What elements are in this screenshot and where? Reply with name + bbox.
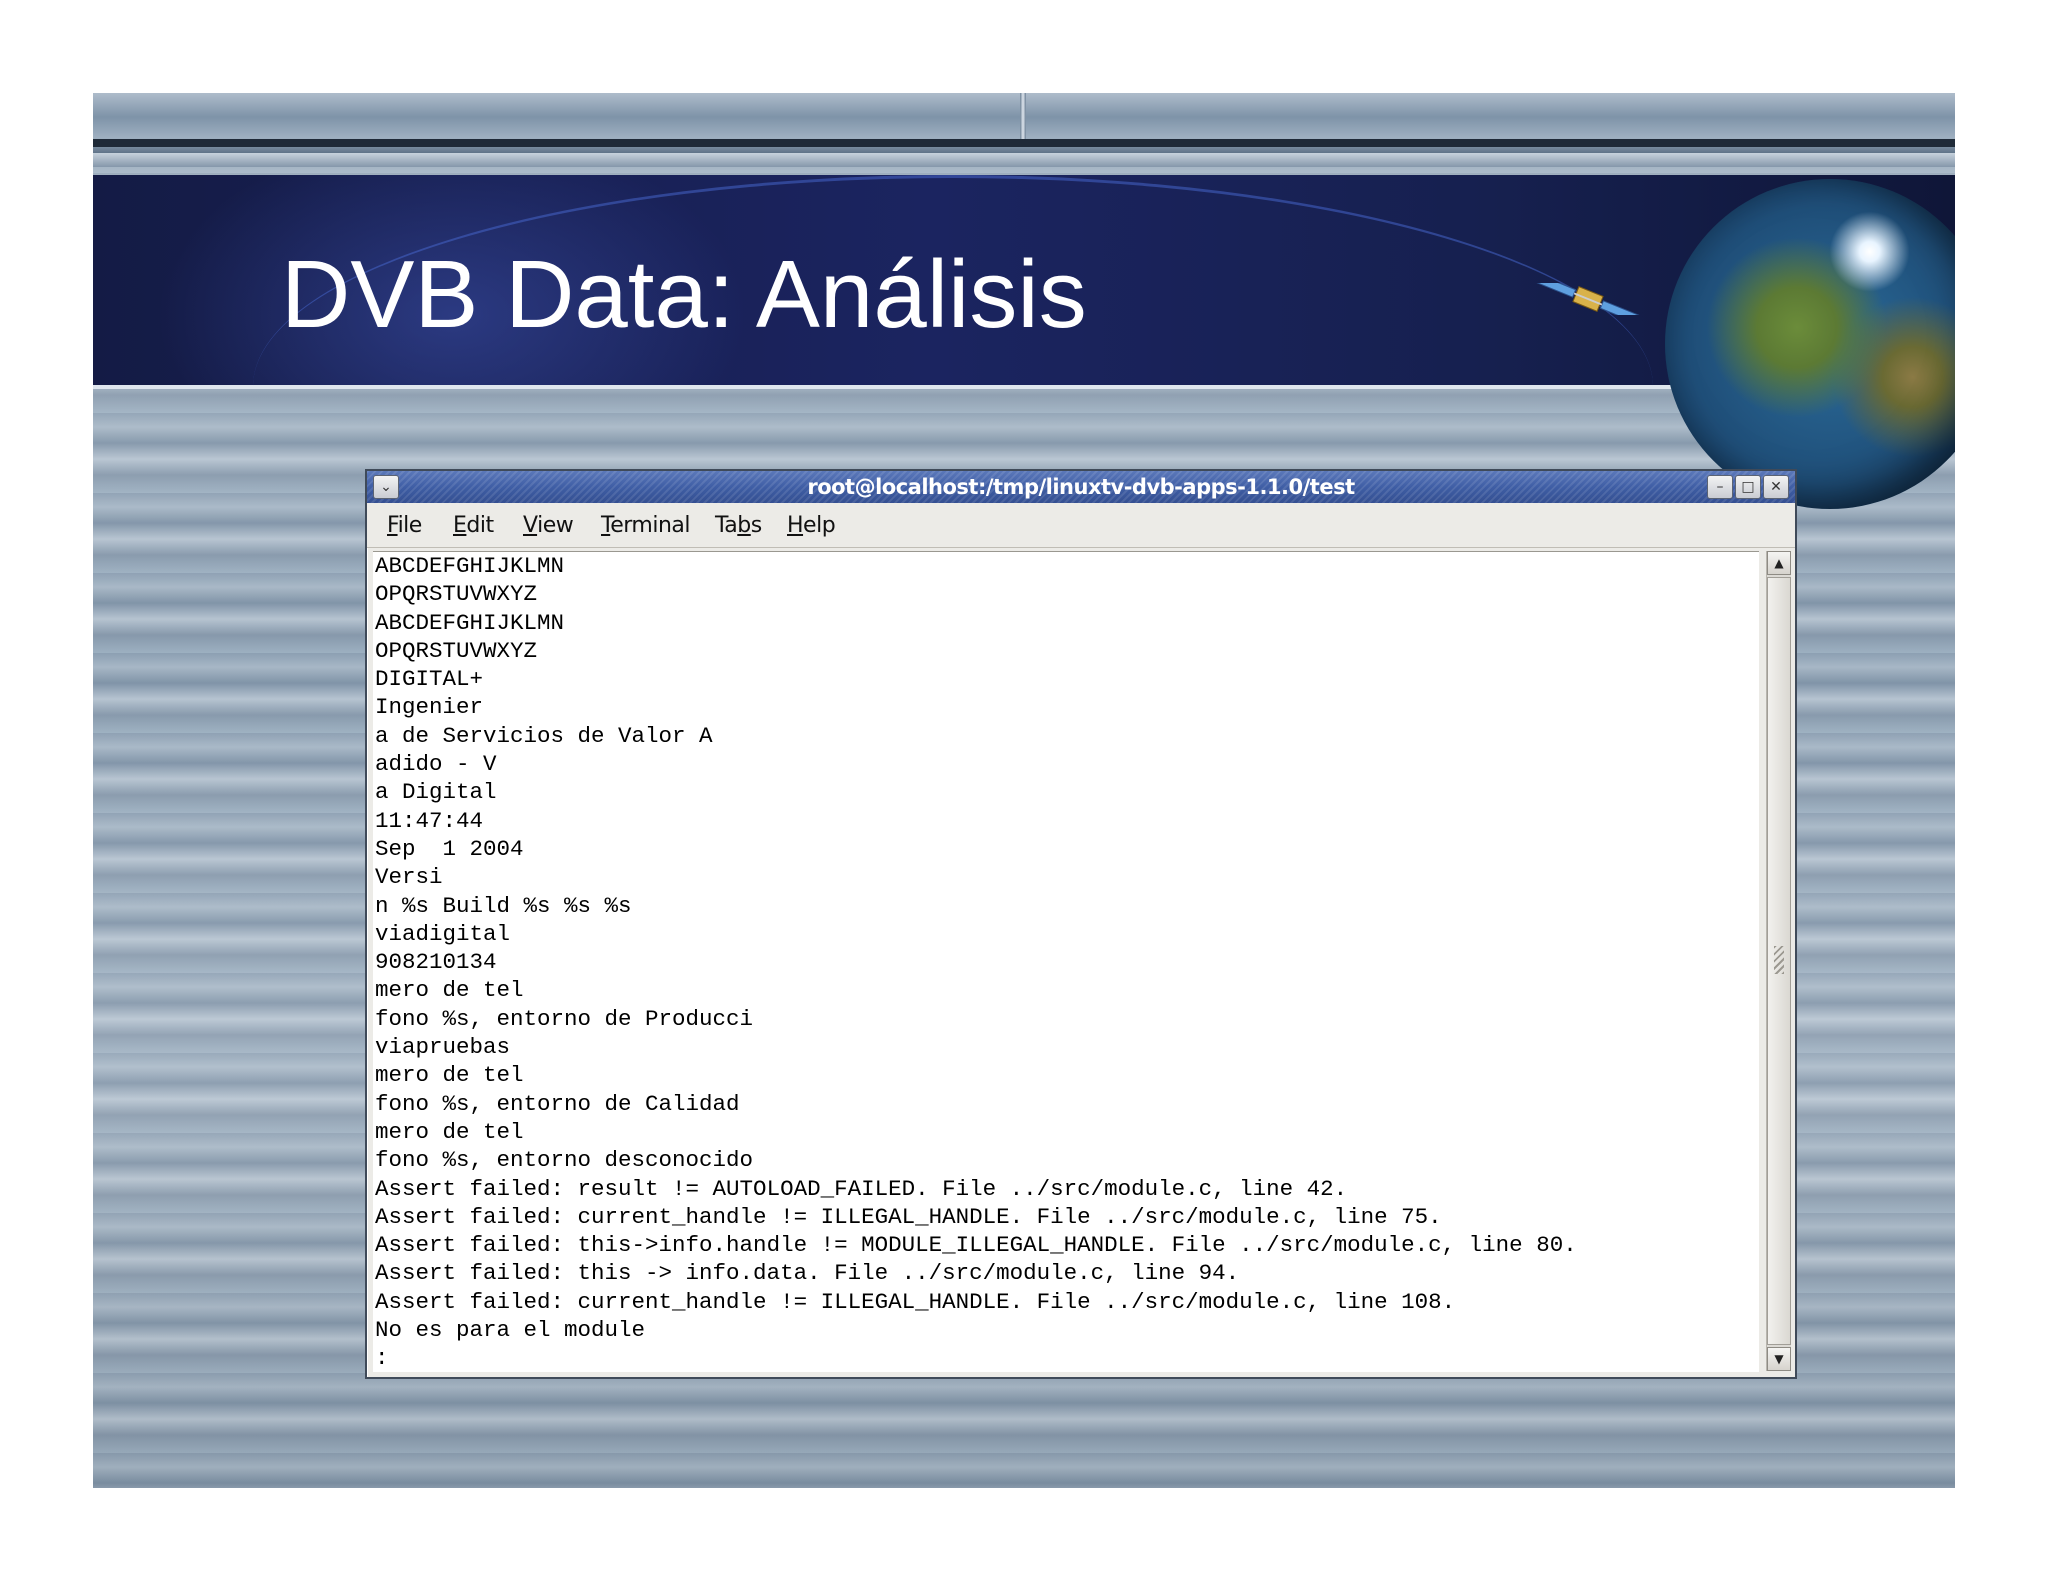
terminal-line: viapruebas [375,1034,511,1061]
terminal-line: a de Servicios de Valor A [375,722,713,749]
window-titlebar[interactable]: root@localhost:/tmp/linuxtv-dvb-apps-1.1… [367,471,1795,503]
terminal-line: DIGITAL+ [375,666,484,693]
slide-background: DVB Data: Análisis root@localhost:/tmp/l… [93,93,1955,1488]
menu-edit[interactable]: Edit [453,513,494,538]
terminal-line: ABCDEFGHIJKLMN [375,609,565,636]
terminal-output[interactable]: ABCDEFGHIJKLMN OPQRSTUVWXYZ ABCDEFGHIJKLMN… [373,551,1759,1372]
terminal-line: Assert failed: result != AUTOLOAD_FAILED… [375,1175,1348,1202]
terminal-line: : [375,1345,389,1372]
terminal-line: Assert failed: this->info.handle != MODU… [375,1232,1577,1259]
window-title: root@localhost:/tmp/linuxtv-dvb-apps-1.1… [807,475,1355,499]
page-title: DVB Data: Análisis [281,241,1087,348]
terminal-line: viadigital [375,920,511,947]
terminal-line: No es para el module [375,1317,646,1344]
terminal-line: ABCDEFGHIJKLMN [375,553,565,579]
terminal-line: Assert failed: this -> info.data. File .… [375,1260,1240,1287]
terminal-line: mero de tel [375,1118,524,1145]
terminal-window: root@localhost:/tmp/linuxtv-dvb-apps-1.1… [365,469,1797,1379]
terminal-line: Assert failed: current_handle != ILLEGAL… [375,1288,1456,1315]
close-icon[interactable]: ✕ [1763,475,1789,499]
terminal-line: mero de tel [375,977,524,1004]
terminal-line: fono %s, entorno de Producci [375,1005,754,1032]
maximize-icon[interactable]: □ [1735,475,1761,499]
arrow-down-icon[interactable]: ▼ [1767,1347,1791,1371]
menu-tabs[interactable]: Tabs [715,513,762,538]
terminal-line: fono %s, entorno desconocido [375,1147,754,1174]
terminal-line: Versi [375,864,443,891]
vertical-scrollbar[interactable]: ▲ ▼ [1766,551,1791,1371]
chevron-down-icon[interactable]: ⌄ [373,475,399,499]
menu-view[interactable]: View [523,513,574,538]
terminal-line: OPQRSTUVWXYZ [375,581,538,608]
terminal-line: Sep 1 2004 [375,835,524,862]
terminal-line: n %s Build %s %s %s [375,892,632,919]
terminal-line: mero de tel [375,1062,524,1089]
terminal-line: OPQRSTUVWXYZ [375,637,538,664]
menu-help[interactable]: Help [787,513,836,538]
menu-terminal[interactable]: Terminal [601,513,690,538]
menu-file[interactable]: File [387,513,422,538]
minimize-icon[interactable]: – [1707,475,1733,499]
slide-top-divider [1020,93,1026,143]
terminal-line: a Digital [375,779,497,806]
menubar: File Edit View Terminal Tabs Help [367,503,1795,548]
terminal-line: 11:47:44 [375,807,484,834]
slide-light-rule [93,153,1955,167]
terminal-line: 908210134 [375,949,497,976]
slide-dark-rule [93,139,1955,147]
arrow-up-icon[interactable]: ▲ [1767,551,1791,575]
terminal-line: Ingenier [375,694,484,721]
terminal-line: adido - V [375,751,497,778]
terminal-line: fono %s, entorno de Calidad [375,1090,740,1117]
scrollbar-thumb[interactable] [1767,577,1791,1345]
grip-icon [1774,946,1784,974]
terminal-line: Assert failed: current_handle != ILLEGAL… [375,1203,1442,1230]
satellite-icon [1529,283,1647,315]
